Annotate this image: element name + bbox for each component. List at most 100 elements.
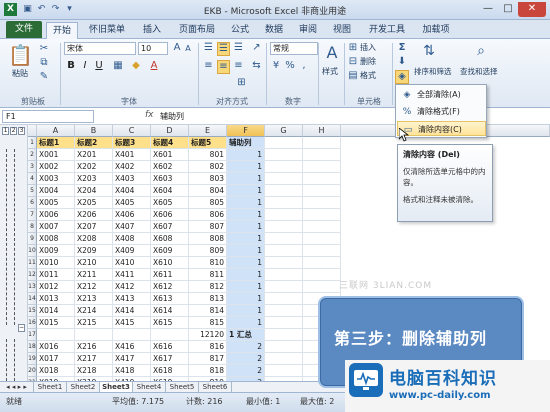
table-cell[interactable]: X405 [113,197,151,209]
tab-home[interactable]: 开始 [46,22,78,39]
table-cell[interactable]: X015 [37,317,75,329]
italic-button[interactable]: I [80,60,90,72]
close-button[interactable]: ✕ [518,2,546,17]
table-cell[interactable]: X612 [151,281,189,293]
table-cell[interactable]: X605 [151,197,189,209]
header-cell[interactable]: 标题2 [75,137,113,149]
table-cell[interactable]: X614 [151,305,189,317]
tab-addins[interactable]: 加载项 [418,22,454,39]
table-cell[interactable]: X618 [151,365,189,377]
empty-cell[interactable] [303,185,341,197]
helper-column-cell[interactable]: 1 [227,305,265,317]
helper-column-cell[interactable]: 1 [227,317,265,329]
table-cell[interactable]: X418 [113,365,151,377]
tab-review[interactable]: 审阅 [294,22,322,39]
table-cell[interactable]: X003 [37,173,75,185]
table-cell[interactable]: 816 [189,341,227,353]
function-icon[interactable]: fx [145,110,154,120]
helper-column-cell[interactable]: 1 [227,257,265,269]
helper-column-cell[interactable]: 1 [227,293,265,305]
table-cell[interactable]: 802 [189,161,227,173]
align-bottom-icon[interactable]: ☰ [232,42,245,54]
maximize-button[interactable]: □ [498,2,518,17]
customize-icon[interactable]: ▾ [64,4,75,15]
table-cell[interactable]: X016 [37,341,75,353]
table-cell[interactable]: X417 [113,353,151,365]
empty-cell[interactable] [265,245,303,257]
border-icon[interactable]: ▦ [112,60,124,72]
table-cell[interactable]: X017 [37,353,75,365]
table-cell[interactable]: X609 [151,245,189,257]
table-cell[interactable]: 812 [189,281,227,293]
table-cell[interactable]: X403 [113,173,151,185]
helper-column-cell[interactable]: 1 汇总 [227,329,265,341]
paste-button[interactable]: 粘贴 [12,69,28,79]
row-header[interactable]: 11 [28,257,37,269]
empty-cell[interactable] [265,365,303,377]
table-cell[interactable]: X210 [75,257,113,269]
table-cell[interactable]: 818 [189,365,227,377]
table-cell[interactable]: X009 [37,245,75,257]
header-cell[interactable]: 标题3 [113,137,151,149]
table-cell[interactable]: X206 [75,209,113,221]
table-cell[interactable] [151,329,189,341]
table-cell[interactable]: X617 [151,353,189,365]
row-header[interactable]: 12 [28,269,37,281]
table-cell[interactable]: X613 [151,293,189,305]
table-cell[interactable]: X615 [151,317,189,329]
table-cell[interactable]: X616 [151,341,189,353]
empty-cell[interactable] [303,137,341,149]
table-cell[interactable]: X014 [37,305,75,317]
row-header[interactable]: 14 [28,293,37,305]
table-cell[interactable]: X401 [113,149,151,161]
empty-cell[interactable] [303,209,341,221]
table-cell[interactable]: X412 [113,281,151,293]
helper-column-cell[interactable]: 1 [227,149,265,161]
table-cell[interactable] [113,329,151,341]
empty-cell[interactable] [265,281,303,293]
align-right-icon[interactable]: ≡ [232,60,245,72]
table-cell[interactable]: X603 [151,173,189,185]
column-header-b[interactable]: B [75,125,113,137]
tab-developer[interactable]: 开发工具 [364,22,410,39]
table-cell[interactable]: X606 [151,209,189,221]
table-cell[interactable]: X201 [75,149,113,161]
column-header-e[interactable]: E [189,125,227,137]
table-cell[interactable]: 12120 [189,329,227,341]
row-header[interactable]: 17 [28,329,37,341]
table-cell[interactable]: X416 [113,341,151,353]
copy-icon[interactable]: ⧉ [38,57,50,69]
table-cell[interactable] [37,329,75,341]
wrap-text-icon[interactable]: ⇆ [250,60,263,72]
row-header[interactable]: 6 [28,197,37,209]
empty-cell[interactable] [265,269,303,281]
redo-icon[interactable]: ↷ [50,4,61,15]
table-cell[interactable]: X207 [75,221,113,233]
save-icon[interactable]: ▣ [22,4,33,15]
row-header[interactable]: 9 [28,233,37,245]
row-header[interactable]: 18 [28,341,37,353]
helper-column-cell[interactable]: 1 [227,185,265,197]
row-header[interactable]: 8 [28,221,37,233]
empty-cell[interactable] [303,257,341,269]
table-cell[interactable]: X202 [75,161,113,173]
column-header-d[interactable]: D [151,125,189,137]
empty-cell[interactable] [303,197,341,209]
row-header[interactable]: 13 [28,281,37,293]
helper-column-cell[interactable]: 1 [227,233,265,245]
table-cell[interactable]: 815 [189,317,227,329]
menu-item-clear-formats[interactable]: % 清除格式(F) [397,104,486,119]
clear-icon[interactable]: ◈ [395,70,409,84]
header-cell[interactable]: 标题4 [151,137,189,149]
row-header[interactable]: 4 [28,173,37,185]
table-cell[interactable]: X001 [37,149,75,161]
column-header-a[interactable]: A [37,125,75,137]
tab-data[interactable]: 数据 [260,22,288,39]
header-cell[interactable]: 标题5 [189,137,227,149]
menu-item-clear-all[interactable]: ◈ 全部清除(A) [397,87,486,102]
empty-cell[interactable] [265,197,303,209]
empty-cell[interactable] [265,293,303,305]
empty-cell[interactable] [303,245,341,257]
empty-cell[interactable] [265,257,303,269]
table-cell[interactable]: 806 [189,209,227,221]
